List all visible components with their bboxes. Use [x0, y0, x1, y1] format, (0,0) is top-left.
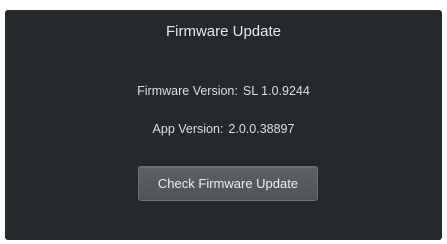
firmware-version-row: Firmware Version: SL 1.0.9244: [5, 84, 442, 98]
panel-title: Firmware Update: [165, 23, 282, 40]
check-firmware-update-button[interactable]: Check Firmware Update: [138, 166, 318, 201]
app-version-label: App Version:: [152, 122, 224, 136]
firmware-version-label: Firmware Version:: [137, 84, 238, 98]
firmware-update-panel: Firmware Update Firmware Version: SL 1.0.…: [5, 10, 442, 240]
app-version-value: 2.0.0.38897: [228, 122, 295, 136]
app-version-row: App Version: 2.0.0.38897: [5, 122, 442, 136]
firmware-version-value: SL 1.0.9244: [242, 84, 310, 98]
